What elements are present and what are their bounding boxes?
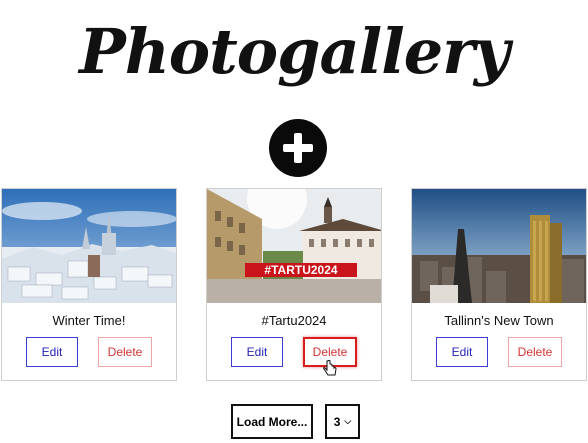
- photo-card: Winter Time! Edit Delete: [1, 188, 177, 381]
- chevron-down-icon: ⌵: [344, 416, 352, 426]
- card-caption: #Tartu2024: [261, 313, 327, 328]
- card-caption: Winter Time!: [52, 313, 126, 328]
- delete-button[interactable]: Delete: [508, 337, 562, 367]
- load-more-button[interactable]: Load More...: [231, 404, 313, 439]
- photo-tartu-square[interactable]: #TARTU2024: [207, 189, 381, 303]
- edit-button[interactable]: Edit: [231, 337, 283, 367]
- card-caption: Tallinn's New Town: [444, 313, 554, 328]
- hand-pointer-icon: [323, 360, 337, 376]
- page-title: Photogallery: [79, 15, 510, 88]
- edit-button[interactable]: Edit: [26, 337, 78, 367]
- tartu-sign-text: #TARTU2024: [264, 263, 337, 277]
- edit-button[interactable]: Edit: [436, 337, 488, 367]
- photo-card: #TARTU2024 #Tartu2024 Edit Delete: [206, 188, 382, 381]
- photo-tallinn-skyline[interactable]: [412, 189, 586, 303]
- photo-winter-town[interactable]: [2, 189, 176, 303]
- page-size-select[interactable]: 3 ⌵: [325, 404, 360, 439]
- photo-card: Tallinn's New Town Edit Delete: [411, 188, 587, 381]
- page-size-value: 3: [333, 414, 341, 429]
- add-photo-button[interactable]: [269, 119, 327, 177]
- delete-button[interactable]: Delete: [98, 337, 152, 367]
